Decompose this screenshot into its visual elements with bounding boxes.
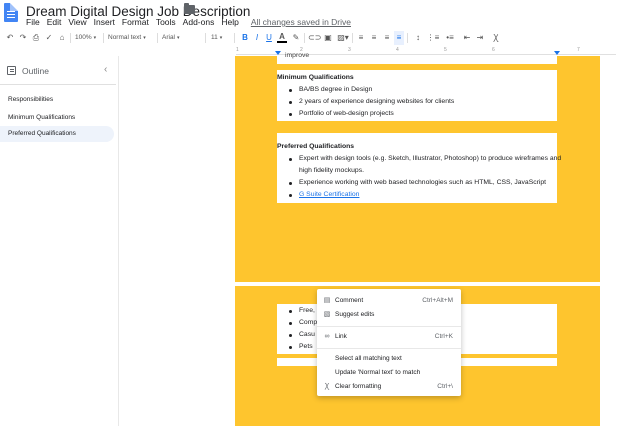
docs-logo-icon[interactable] bbox=[4, 3, 18, 22]
cutoff-text: improve bbox=[285, 52, 310, 59]
folder-icon[interactable] bbox=[184, 3, 195, 14]
print-icon[interactable]: ⎙ bbox=[30, 31, 42, 45]
link-icon[interactable]: ⊂⊃ bbox=[308, 31, 321, 45]
suggest-edits-icon: ▧ bbox=[323, 311, 331, 318]
ruler-number: 1 bbox=[236, 47, 239, 53]
menu-tools[interactable]: Tools bbox=[156, 17, 176, 27]
outline-title: Outline bbox=[22, 66, 49, 76]
collapse-outline-icon[interactable]: ‹ bbox=[104, 64, 107, 75]
list-item: Pets bbox=[299, 343, 313, 350]
list-item: Casu bbox=[299, 331, 315, 338]
highlight-icon[interactable]: ✎ bbox=[290, 31, 302, 45]
line-spacing-icon[interactable]: ↕ bbox=[412, 31, 424, 45]
paint-format-icon[interactable]: ⌂ bbox=[56, 31, 68, 45]
ruler-number: 5 bbox=[444, 47, 447, 53]
comment-icon: ▤ bbox=[323, 297, 331, 304]
document-page[interactable]: improve Minimum Qualifications BA/BS deg… bbox=[235, 52, 600, 282]
redo-icon[interactable]: ↷ bbox=[17, 31, 29, 45]
context-menu: ▤ Comment Ctrl+Alt+M ▧ Suggest edits ∞ L… bbox=[317, 289, 461, 396]
clear-formatting-icon[interactable]: Ꭓ bbox=[490, 31, 502, 45]
ruler-number: 7 bbox=[577, 47, 580, 53]
menu-bar: File Edit View Insert Format Tools Add-o… bbox=[26, 17, 351, 27]
outline-item-minimum-qualifications[interactable]: Minimum Qualifications bbox=[0, 110, 114, 126]
list-item: Comp bbox=[299, 319, 318, 326]
spellcheck-icon[interactable]: ✓ bbox=[43, 31, 55, 45]
menu-format[interactable]: Format bbox=[122, 17, 149, 27]
pref-qualifications-heading: Preferred Qualifications bbox=[277, 143, 355, 150]
menu-item-clear-formatting[interactable]: Ꭓ Clear formatting Ctrl+\ bbox=[317, 380, 461, 394]
saved-status[interactable]: All changes saved in Drive bbox=[251, 17, 351, 27]
menu-view[interactable]: View bbox=[68, 17, 86, 27]
menu-item-select-all-matching[interactable]: Select all matching text bbox=[317, 352, 461, 366]
ruler-number: 3 bbox=[348, 47, 351, 53]
list-item: Experience working with web based techno… bbox=[299, 179, 547, 186]
align-right-icon[interactable]: ≡ bbox=[382, 31, 392, 45]
text-color-button[interactable]: A bbox=[277, 31, 287, 43]
increase-indent-icon[interactable]: ⇥ bbox=[474, 31, 486, 45]
link-icon: ∞ bbox=[324, 333, 330, 340]
align-justify-icon[interactable]: ≡ bbox=[394, 31, 404, 45]
bulleted-list-icon[interactable]: •≡ bbox=[443, 31, 457, 45]
outline-item-responsibilities[interactable]: Responsibilities bbox=[0, 92, 114, 108]
zoom-select[interactable]: 100% ▾ bbox=[75, 31, 101, 45]
image-icon[interactable]: ▨▾ bbox=[336, 31, 350, 45]
list-item: Expert with design tools (e.g. Sketch, I… bbox=[299, 155, 562, 162]
outline-icon bbox=[7, 66, 16, 75]
menu-item-suggest-edits[interactable]: ▧ Suggest edits bbox=[317, 308, 461, 322]
bold-button[interactable]: B bbox=[240, 31, 250, 45]
right-indent-marker[interactable] bbox=[554, 51, 560, 55]
list-item-continuation: high fidelity mockups. bbox=[299, 167, 364, 174]
title-bar: Dream Digital Design Job Description Fil… bbox=[0, 0, 624, 28]
list-item: BA/BS degree in Design bbox=[299, 86, 373, 93]
min-qualifications-heading: Minimum Qualifications bbox=[277, 74, 354, 81]
menu-addons[interactable]: Add-ons bbox=[183, 17, 215, 27]
gsuite-certification-link[interactable]: G Suite Certification bbox=[299, 191, 359, 198]
clear-formatting-icon: Ꭓ bbox=[324, 383, 330, 390]
font-size-select[interactable]: 11 ▾ bbox=[211, 31, 231, 45]
comment-icon[interactable]: ▣ bbox=[322, 31, 334, 45]
align-center-icon[interactable]: ≡ bbox=[369, 31, 379, 45]
undo-icon[interactable]: ↶ bbox=[4, 31, 16, 45]
menu-item-comment[interactable]: ▤ Comment Ctrl+Alt+M bbox=[317, 294, 461, 308]
menu-item-link[interactable]: ∞ Link Ctrl+K bbox=[317, 330, 461, 344]
left-indent-marker[interactable] bbox=[275, 51, 281, 55]
font-select[interactable]: Arial ▾ bbox=[162, 31, 202, 45]
menu-help[interactable]: Help bbox=[221, 17, 238, 27]
menu-edit[interactable]: Edit bbox=[47, 17, 62, 27]
align-left-icon[interactable]: ≡ bbox=[356, 31, 366, 45]
menu-insert[interactable]: Insert bbox=[94, 17, 115, 27]
decrease-indent-icon[interactable]: ⇤ bbox=[461, 31, 473, 45]
list-item: Free, bbox=[299, 307, 315, 314]
menu-item-update-normal-text[interactable]: Update 'Normal text' to match bbox=[317, 366, 461, 380]
list-item: Portfolio of web-design projects bbox=[299, 110, 394, 117]
menu-file[interactable]: File bbox=[26, 17, 40, 27]
italic-button[interactable]: I bbox=[252, 31, 262, 45]
underline-button[interactable]: U bbox=[264, 31, 274, 45]
numbered-list-icon[interactable]: ⋮≡ bbox=[426, 31, 440, 45]
outline-panel: Outline ‹ Responsibilities Minimum Quali… bbox=[0, 56, 120, 426]
ruler-number: 6 bbox=[492, 47, 495, 53]
style-select[interactable]: Normal text ▾ bbox=[108, 31, 154, 45]
outline-item-preferred-qualifications[interactable]: Preferred Qualifications bbox=[0, 126, 114, 142]
ruler-number: 4 bbox=[396, 47, 399, 53]
list-item: 2 years of experience designing websites… bbox=[299, 98, 455, 105]
toolbar: ↶ ↷ ⎙ ✓ ⌂ 100% ▾ Normal text ▾ Arial ▾ 11 ▾ … bbox=[0, 31, 624, 45]
